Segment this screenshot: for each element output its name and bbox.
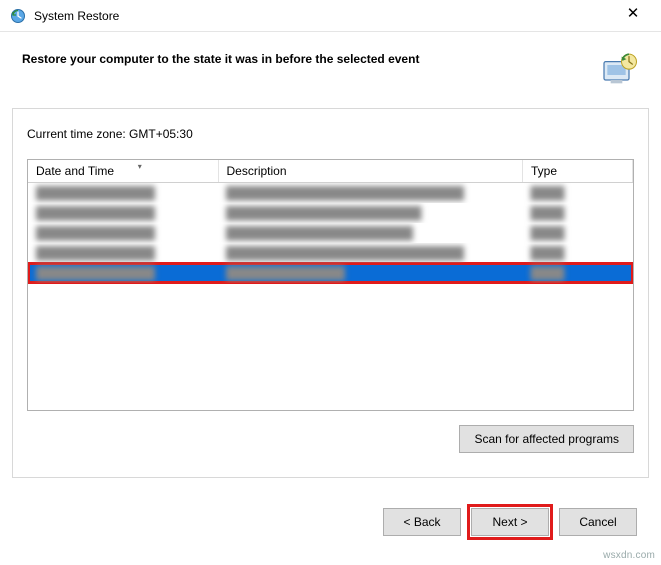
cell-description: ████████████████████████████ bbox=[218, 183, 523, 204]
cell-description: ████████████████████████████ bbox=[218, 243, 523, 263]
timezone-label: Current time zone: GMT+05:30 bbox=[27, 127, 634, 141]
cell-type: ████ bbox=[523, 243, 633, 263]
scan-affected-button[interactable]: Scan for affected programs bbox=[459, 425, 634, 453]
table-row-empty bbox=[28, 283, 633, 303]
table-row-empty bbox=[28, 363, 633, 383]
back-button[interactable]: < Back bbox=[383, 508, 461, 536]
cell-type: ████ bbox=[523, 183, 633, 204]
cell-datetime: ██████████████ bbox=[28, 263, 218, 283]
window-title: System Restore bbox=[34, 9, 613, 23]
cell-description: ██████████████ bbox=[218, 263, 523, 283]
table-row[interactable]: ████████████████████████████████████████ bbox=[28, 223, 633, 243]
table-row-empty bbox=[28, 383, 633, 403]
table-row[interactable]: ████████████████████████████████████████… bbox=[28, 203, 633, 223]
sort-caret-icon: ▾ bbox=[138, 162, 142, 171]
table-header-row: Date and Time ▾ Description Type bbox=[28, 160, 633, 183]
table-row[interactable]: ████████████████████████████████████████… bbox=[28, 243, 633, 263]
cell-datetime: ██████████████ bbox=[28, 223, 218, 243]
header: Restore your computer to the state it wa… bbox=[0, 32, 661, 100]
page-heading: Restore your computer to the state it wa… bbox=[22, 50, 589, 66]
table-row-empty bbox=[28, 303, 633, 323]
cell-type: ████ bbox=[523, 263, 633, 283]
wizard-footer: < Back Next > Cancel bbox=[0, 478, 661, 536]
cancel-button[interactable]: Cancel bbox=[559, 508, 637, 536]
cell-datetime: ██████████████ bbox=[28, 243, 218, 263]
watermark: wsxdn.com bbox=[603, 550, 655, 561]
cell-datetime: ██████████████ bbox=[28, 203, 218, 223]
content-panel: Current time zone: GMT+05:30 Date and Ti… bbox=[12, 108, 649, 478]
table-row[interactable]: ████████████████████████████████ bbox=[28, 263, 633, 283]
col-type[interactable]: Type bbox=[523, 160, 633, 183]
table-row[interactable]: ████████████████████████████████████████… bbox=[28, 183, 633, 204]
cell-datetime: ██████████████ bbox=[28, 183, 218, 204]
col-description[interactable]: Description bbox=[218, 160, 523, 183]
cell-type: ████ bbox=[523, 203, 633, 223]
restore-graphic-icon bbox=[599, 50, 639, 90]
cell-description: ██████████████████████ bbox=[218, 223, 523, 243]
scan-row: Scan for affected programs bbox=[27, 425, 634, 453]
col-datetime-label: Date and Time bbox=[36, 164, 114, 178]
cell-description: ███████████████████████ bbox=[218, 203, 523, 223]
system-restore-icon bbox=[10, 8, 26, 24]
close-button[interactable]: ✕ bbox=[613, 4, 653, 28]
restore-points-table[interactable]: Date and Time ▾ Description Type ███████… bbox=[27, 159, 634, 411]
table-row-empty bbox=[28, 323, 633, 343]
titlebar: System Restore ✕ bbox=[0, 0, 661, 32]
col-datetime[interactable]: Date and Time ▾ bbox=[28, 160, 218, 183]
table-row-empty bbox=[28, 343, 633, 363]
cell-type: ████ bbox=[523, 223, 633, 243]
next-button[interactable]: Next > bbox=[471, 508, 549, 536]
